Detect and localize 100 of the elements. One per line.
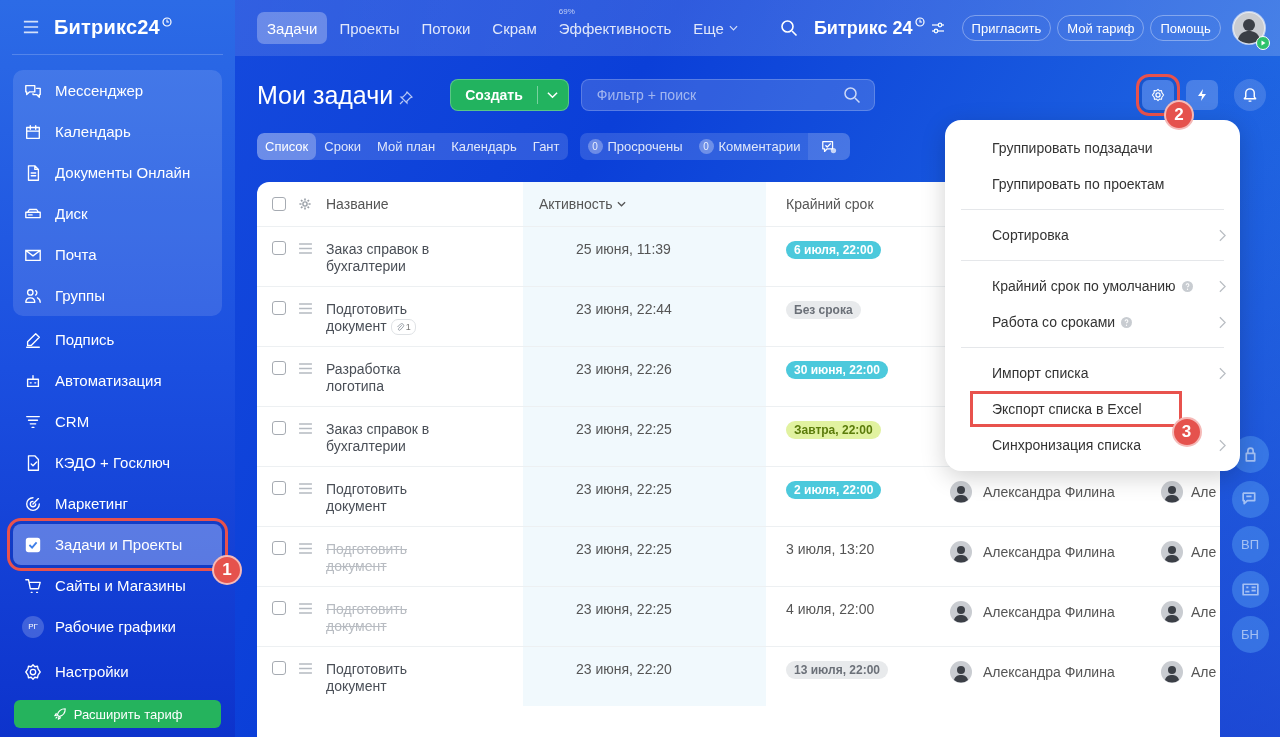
select-all-checkbox[interactable] [272, 197, 286, 211]
task-title[interactable]: Подготовить документ [326, 481, 434, 515]
sidebar-item[interactable]: КЭДО + Госключ [13, 442, 181, 483]
view-tab[interactable]: Гант [524, 133, 568, 160]
user-avatar[interactable] [1232, 11, 1266, 45]
person-name[interactable]: Александра Филина [983, 543, 1115, 561]
sidebar-item[interactable]: Маркетинг [13, 483, 138, 524]
rocket-icon [52, 707, 67, 721]
sidebar-item[interactable]: РГ Рабочие графики [13, 606, 186, 647]
sidebar-item[interactable]: Сайты и Магазины [13, 565, 196, 606]
nav-tab[interactable]: Потоки [411, 12, 481, 44]
contact-card-icon[interactable] [1231, 571, 1269, 608]
chat-icon[interactable] [1231, 481, 1269, 518]
portal-name[interactable]: Битрикс 24 [813, 17, 913, 39]
sidebar-item[interactable]: Документы Онлайн [13, 152, 201, 193]
sidebar-item[interactable]: Автоматизация [13, 360, 172, 401]
drag-handle-icon[interactable] [298, 603, 313, 614]
sliders-icon[interactable] [930, 21, 945, 35]
menu-item[interactable]: Работа со сроками [992, 314, 1116, 330]
logo[interactable]: Битрикс24 [54, 15, 160, 39]
drag-handle-icon[interactable] [298, 303, 313, 314]
task-title[interactable]: Разработка логотипа [326, 361, 434, 395]
sidebar-item[interactable]: Почта [13, 234, 107, 275]
nav-tab[interactable]: Еще [683, 12, 748, 44]
task-title[interactable]: Заказ справок в бухгалтерии [326, 421, 434, 455]
view-tab[interactable]: Календарь [443, 133, 525, 160]
user-avatar [1161, 601, 1183, 623]
sidebar-item[interactable]: Календарь [13, 111, 141, 152]
row-checkbox[interactable] [272, 661, 286, 675]
view-tab[interactable]: Мой план [369, 133, 444, 160]
sidebar-item[interactable]: Настройки [13, 651, 139, 692]
notification-bell-icon[interactable] [1233, 78, 1267, 112]
deadline-label[interactable]: 4 июля, 22:00 [786, 601, 875, 618]
person-name[interactable]: Але [1191, 663, 1217, 681]
column-header[interactable]: Крайний срок [786, 196, 874, 212]
deadline-label[interactable]: 3 июля, 13:20 [786, 541, 875, 558]
view-tab[interactable]: Список [257, 133, 317, 160]
chevron-right-icon [1219, 279, 1226, 293]
task-title[interactable]: Заказ справок в бухгалтерии [326, 241, 434, 275]
drag-handle-icon[interactable] [298, 363, 313, 374]
sidebar-item[interactable]: Диск [13, 193, 98, 234]
menu-item[interactable]: Сортировка [992, 227, 1069, 243]
sidebar-item[interactable]: Мессенджер [13, 70, 154, 111]
sidebar-item[interactable]: CRM [13, 401, 100, 442]
menu-item[interactable]: Крайний срок по умолчанию [992, 278, 1176, 294]
row-checkbox[interactable] [272, 421, 286, 435]
caret-icon [616, 201, 626, 207]
caret-icon[interactable] [546, 91, 558, 99]
cart-icon [24, 576, 42, 595]
help-icon[interactable] [1181, 280, 1193, 292]
person-name[interactable]: Але [1191, 543, 1217, 561]
column-header[interactable]: Название [326, 196, 389, 212]
upgrade-button[interactable]: Расширить тариф [14, 700, 221, 728]
task-title[interactable]: Подготовить документ 1 [326, 301, 434, 336]
row-checkbox[interactable] [272, 301, 286, 315]
deadline-label[interactable]: 13 июля, 22:00 [786, 661, 888, 679]
task-title[interactable]: Подготовить документ [326, 661, 434, 695]
menu-item[interactable]: Группировать по проектам [992, 176, 1165, 192]
row-checkbox[interactable] [272, 241, 286, 255]
person-name[interactable]: Александра Филина [983, 483, 1115, 501]
menu-item[interactable]: Синхронизация списка [992, 437, 1141, 453]
pen-icon [24, 330, 42, 349]
nav-tab[interactable]: Проекты [329, 12, 410, 44]
menu-item[interactable]: Группировать подзадачи [992, 140, 1153, 156]
column-header[interactable]: Активность [539, 196, 626, 212]
sidebar-item[interactable]: Группы [13, 275, 115, 316]
search-icon[interactable] [779, 19, 798, 37]
automation-button[interactable] [1186, 80, 1218, 110]
counter-filter[interactable]: 0 Комментарии [690, 133, 809, 160]
deadline-label[interactable]: Без срока [786, 301, 861, 319]
pin-icon[interactable] [399, 91, 414, 105]
row-checkbox[interactable] [272, 481, 286, 495]
view-tab[interactable]: Сроки [316, 133, 370, 160]
sidebar-item[interactable]: Подпись [13, 319, 125, 360]
nav-tab[interactable]: Скрам [482, 12, 547, 44]
row-checkbox[interactable] [272, 601, 286, 615]
create-button[interactable]: Создать [450, 79, 569, 111]
drag-handle-icon[interactable] [298, 423, 313, 434]
row-checkbox[interactable] [272, 361, 286, 375]
person-name[interactable]: Але [1191, 603, 1217, 621]
person-name[interactable]: Александра Филина [983, 663, 1115, 681]
settings-icon[interactable] [298, 197, 312, 211]
read-all-button[interactable] [808, 133, 851, 160]
deadline-label[interactable]: Завтра, 22:00 [786, 421, 881, 439]
person-name[interactable]: Але [1191, 483, 1217, 501]
help-icon[interactable] [1121, 316, 1133, 328]
counter-filter[interactable]: 0 Просрочены [579, 133, 691, 160]
menu-icon[interactable] [23, 19, 39, 35]
drag-handle-icon[interactable] [298, 483, 313, 494]
settings-icon [24, 662, 42, 681]
nav-tab[interactable]: Задачи [257, 12, 328, 44]
paperclip-icon [395, 322, 405, 332]
menu-item[interactable]: Экспорт списка в Excel [970, 391, 1182, 427]
person-name[interactable]: Александра Филина [983, 603, 1115, 621]
drag-handle-icon[interactable] [298, 243, 313, 254]
search-icon[interactable] [842, 86, 861, 104]
drag-handle-icon[interactable] [298, 543, 313, 554]
menu-item[interactable]: Импорт списка [992, 365, 1089, 381]
row-checkbox[interactable] [272, 541, 286, 555]
drag-handle-icon[interactable] [298, 663, 313, 674]
